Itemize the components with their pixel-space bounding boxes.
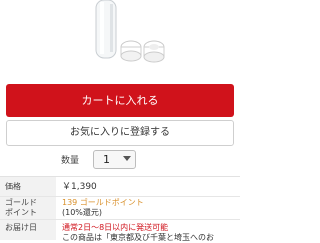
product-photo	[95, 0, 165, 63]
add-to-cart-button[interactable]: カートに入れる	[6, 84, 234, 117]
points-label-line1: ゴールド	[5, 198, 37, 207]
points-row: ゴールド ポイント 139 ゴールドポイント (10%還元)	[0, 197, 240, 220]
points-label: ゴールド ポイント	[0, 197, 56, 219]
price-label: 価格	[0, 177, 56, 196]
price-row: 価格 ￥1,390	[0, 177, 240, 197]
product-image[interactable]	[0, 0, 240, 72]
points-label-line2: ポイント	[5, 208, 37, 217]
product-info-table: 価格 ￥1,390 ゴールド ポイント 139 ゴールドポイント (10%還元)…	[0, 177, 240, 243]
points-note: (10%還元)	[62, 208, 103, 217]
quantity-label: 数量	[61, 156, 80, 166]
points-value: 139 ゴールドポイント	[62, 198, 144, 207]
delivery-row: お届け日 通常2日〜8日以内に発送可能 この商品は「東京都及び千葉と埼玉へのお	[0, 220, 240, 243]
quantity-select[interactable]: 1	[93, 150, 136, 169]
delivery-value-block: 通常2日〜8日以内に発送可能 この商品は「東京都及び千葉と埼玉へのお	[62, 223, 240, 243]
price-value: ￥1,390	[62, 182, 97, 192]
delivery-label: お届け日	[0, 220, 56, 240]
quantity-value: 1	[103, 153, 110, 166]
points-value-block: 139 ゴールドポイント (10%還元)	[62, 198, 240, 218]
chevron-down-icon	[123, 156, 131, 161]
add-to-favorites-button[interactable]: お気に入りに登録する	[6, 120, 234, 146]
delivery-note: この商品は「東京都及び千葉と埼玉へのお	[62, 233, 214, 242]
delivery-value: 通常2日〜8日以内に発送可能	[62, 223, 169, 232]
